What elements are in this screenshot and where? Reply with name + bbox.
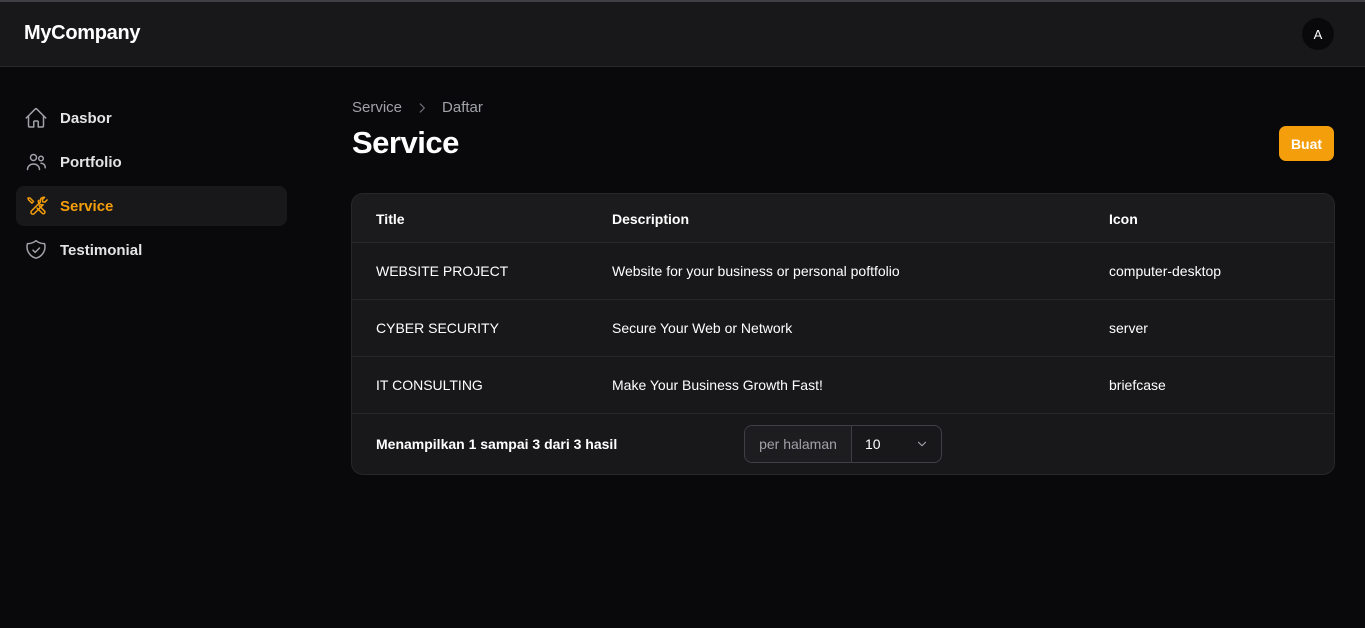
top-bar: MyCompany A <box>0 0 1365 67</box>
brand-logo[interactable]: MyCompany <box>24 22 141 45</box>
home-icon <box>24 106 48 130</box>
chevron-down-icon <box>915 437 929 451</box>
shield-check-icon <box>24 238 48 262</box>
cell-title: WEBSITE PROJECT <box>376 263 509 279</box>
sidebar-item-label: Service <box>60 197 114 215</box>
users-icon <box>24 150 48 174</box>
user-avatar[interactable]: A <box>1302 18 1334 50</box>
cell-title: CYBER SECURITY <box>376 320 499 336</box>
wrench-screwdriver-icon <box>24 194 48 218</box>
breadcrumb: Service Daftar <box>352 99 483 116</box>
cell-title: IT CONSULTING <box>376 377 483 393</box>
column-header-description: Description <box>612 211 690 227</box>
sidebar-item-label: Dasbor <box>60 109 112 127</box>
chevron-right-icon <box>415 101 429 115</box>
column-header-icon: Icon <box>1109 211 1138 227</box>
cell-icon: computer-desktop <box>1109 263 1222 279</box>
sidebar-item-testimonial[interactable]: Testimonial <box>16 230 287 270</box>
table-row[interactable]: WEBSITE PROJECT Website for your busines… <box>352 243 1334 300</box>
per-page-value: 10 <box>865 436 881 452</box>
cell-icon: briefcase <box>1109 377 1166 393</box>
sidebar-item-label: Portfolio <box>60 153 122 171</box>
sidebar-item-portfolio[interactable]: Portfolio <box>16 142 287 182</box>
cell-description: Website for your business or personal po… <box>612 263 900 279</box>
cell-icon: server <box>1109 320 1148 336</box>
services-table: Title Description Icon WEBSITE PROJECT W… <box>351 193 1335 475</box>
breadcrumb-parent[interactable]: Service <box>352 99 402 116</box>
per-page-label: per halaman <box>745 426 852 462</box>
sidebar: Dasbor Portfolio Service Testimonial <box>16 98 287 274</box>
column-header-title: Title <box>376 211 405 227</box>
per-page-dropdown[interactable]: 10 <box>852 426 941 462</box>
table-header: Title Description Icon <box>352 194 1334 243</box>
sidebar-item-dasbor[interactable]: Dasbor <box>16 98 287 138</box>
pagination-summary: Menampilkan 1 sampai 3 dari 3 hasil <box>376 436 618 452</box>
sidebar-item-service[interactable]: Service <box>16 186 287 226</box>
cell-description: Make Your Business Growth Fast! <box>612 377 823 393</box>
table-row[interactable]: IT CONSULTING Make Your Business Growth … <box>352 357 1334 414</box>
create-button[interactable]: Buat <box>1279 126 1334 161</box>
breadcrumb-current: Daftar <box>442 99 483 116</box>
page-title: Service <box>352 125 459 160</box>
pagination-footer: Menampilkan 1 sampai 3 dari 3 hasil per … <box>352 414 1334 474</box>
table-row[interactable]: CYBER SECURITY Secure Your Web or Networ… <box>352 300 1334 357</box>
cell-description: Secure Your Web or Network <box>612 320 793 336</box>
sidebar-item-label: Testimonial <box>60 241 143 259</box>
per-page-select[interactable]: per halaman 10 <box>744 425 942 463</box>
